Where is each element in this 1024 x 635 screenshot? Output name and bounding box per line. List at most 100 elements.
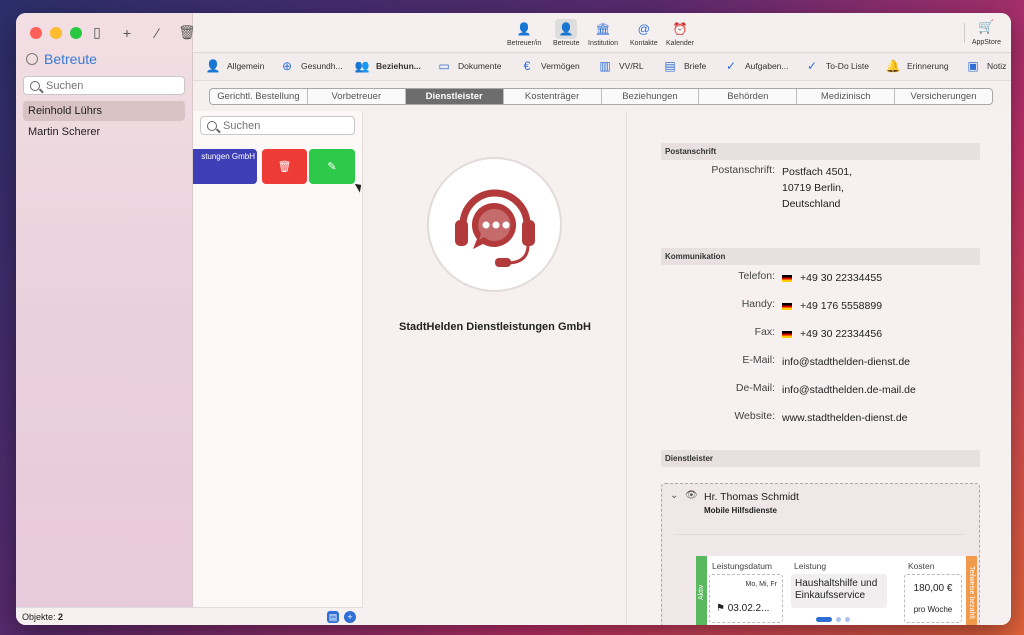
chevron-down-icon[interactable]: ⌄ <box>670 490 678 501</box>
delete-button[interactable]: 🗑 <box>262 149 307 184</box>
close-window-button[interactable] <box>30 27 42 39</box>
zoom-window-button[interactable] <box>70 27 82 39</box>
subnav-briefe[interactable]: ▤ Briefe <box>662 59 706 73</box>
website-value[interactable]: www.stadthelden-dienst.de <box>782 410 908 426</box>
segment-dienstleister[interactable]: Dienstleister <box>405 89 504 104</box>
sidebar-tools: ▯ + ∕ 🗑 <box>88 24 196 41</box>
address-line: Deutschland <box>782 198 841 210</box>
toolbar-kontakte-button[interactable]: @ Kontakte <box>630 19 658 47</box>
subnav-notiz[interactable]: ▣ Notiz <box>965 59 1006 73</box>
main-toolbar: 👤 Betreuer/in 👤 Betreute 🏛 Institution @… <box>193 13 1011 53</box>
toolbar-betreute-button[interactable]: 👤 Betreute <box>553 19 579 47</box>
company-name: StadtHelden Dienstleistungen GmbH <box>399 321 591 333</box>
segment-kostentraeger[interactable]: Kostenträger <box>504 89 602 104</box>
add-icon[interactable]: + <box>344 611 356 623</box>
edit-square-icon: ✎ <box>327 161 337 173</box>
service-date: ⚑ 03.02.2... <box>716 603 769 614</box>
subnav-todo[interactable]: ✓ To-Do Liste <box>804 59 869 73</box>
subnav-aufgaben[interactable]: ✓ Aufgaben... <box>723 59 789 73</box>
subnav-dokumente[interactable]: ▭ Dokumente <box>436 59 501 73</box>
demail-value[interactable]: info@stadthelden.de-mail.de <box>782 382 916 398</box>
contact-person-name: Hr. Thomas Schmidt <box>704 491 799 503</box>
provider-list-column: stungen GmbH 🗑 ✎ ▤ + <box>193 111 363 625</box>
at-icon: @ <box>637 22 650 36</box>
subnav-erinnerung[interactable]: 🔔 Erinnerung <box>885 59 949 73</box>
list-item[interactable]: Martin Scherer <box>23 122 185 142</box>
people-icon: 👥 <box>354 59 370 73</box>
sidebar-search-input[interactable] <box>46 79 184 92</box>
german-flag-icon <box>782 330 792 338</box>
list-item[interactable]: Reinhold Lührs <box>23 101 185 121</box>
sub-navigation: 👤 Allgemein ⊕ Gesundh... 👥 Beziehun... ▭ Dok… <box>193 53 1011 81</box>
sidebar-title-row: Betreute <box>26 51 97 67</box>
email-value[interactable]: info@stadthelden-dienst.de <box>782 354 910 370</box>
weekdays: Mo, Mi, Fr <box>745 581 778 588</box>
appstore-button[interactable]: 🛒 AppStore <box>972 19 1001 46</box>
service-entry-card[interactable]: Aktiv Leistungsdatum Leistung Kosten Mo,… <box>696 556 977 625</box>
segment-behoerden[interactable]: Behörden <box>699 89 798 104</box>
toolbar-institution-button[interactable]: 🏛 Institution <box>588 19 618 47</box>
add-icon[interactable]: + <box>118 25 136 41</box>
service-date-value: 03.02.2... <box>727 603 770 614</box>
subnav-label: To-Do Liste <box>826 61 869 71</box>
list-search[interactable] <box>200 116 355 135</box>
euro-icon: € <box>523 59 531 73</box>
email-label: E-Mail: <box>742 354 775 366</box>
document-icon: ▤ <box>664 59 676 73</box>
subnav-label: Beziehun... <box>376 61 421 71</box>
bell-icon: 🔔 <box>885 59 901 73</box>
subnav-label: Dokumente <box>458 61 502 71</box>
header-kosten: Kosten <box>908 561 935 571</box>
toolbar-kalender-button[interactable]: ⏰ Kalender <box>666 19 694 47</box>
section-kommunikation: Kommunikation <box>661 248 980 265</box>
person-icon: 👤 <box>555 19 578 39</box>
subnav-label: VV/RL <box>619 61 644 71</box>
subnav-label: Notiz <box>987 61 1007 71</box>
page-dot <box>836 617 841 622</box>
contact-person-department: Mobile Hilfsdienste <box>704 506 777 515</box>
segment-versicherungen[interactable]: Versicherungen <box>895 89 992 104</box>
page-indicator[interactable] <box>816 617 850 622</box>
handy-label: Handy: <box>741 298 775 310</box>
subnav-vermoegen[interactable]: € Vermögen <box>519 59 580 73</box>
task-clock-icon: ✓ <box>725 59 737 73</box>
segment-beziehungen[interactable]: Beziehungen <box>602 89 700 104</box>
header-leistung: Leistung <box>794 561 827 571</box>
search-icon <box>207 120 217 131</box>
sidebar-toggle-icon[interactable]: ▯ <box>88 24 106 41</box>
medical-kit-icon: ⊕ <box>281 59 293 73</box>
edit-button[interactable]: ✎ <box>309 149 355 184</box>
status-aktiv-badge: Aktiv <box>696 556 707 625</box>
sidebar-search[interactable] <box>23 76 185 95</box>
segment-vorbetreuer[interactable]: Vorbetreuer <box>308 89 406 104</box>
edit-pencil-icon[interactable]: ∕ <box>148 25 166 41</box>
cart-icon: 🛒 <box>978 19 995 34</box>
page-dot <box>816 617 832 622</box>
segment-medizinisch[interactable]: Medizinisch <box>797 89 896 104</box>
segment-gerichtl-bestellung[interactable]: Gerichtl. Bestellung <box>210 89 308 104</box>
handy-value[interactable]: +49 176 5558899 <box>782 298 882 314</box>
minimize-window-button[interactable] <box>50 27 62 39</box>
eye-icon[interactable]: 👁 <box>685 490 698 501</box>
german-flag-icon <box>782 274 792 282</box>
subnav-label: Allgemein <box>227 61 265 71</box>
telefon-value[interactable]: +49 30 22334455 <box>782 270 882 286</box>
subnav-allgemein[interactable]: 👤 Allgemein <box>205 59 265 73</box>
subnav-vvrl[interactable]: ▥ VV/RL <box>597 59 644 73</box>
subnav-label: Vermögen <box>541 61 580 71</box>
service-description: Haushaltshilfe und Einkaufsservice <box>791 574 887 608</box>
page-dot <box>845 617 850 622</box>
toolbar-label: Betreuer/in <box>507 40 542 47</box>
status-teilweise-bezahlt-badge: Teilweise bezahlt <box>966 556 977 625</box>
toolbar-betreuer-button[interactable]: 👤 Betreuer/in <box>507 19 541 47</box>
document-icon[interactable]: ▤ <box>327 611 339 623</box>
provider-list-item[interactable]: stungen GmbH <box>193 149 257 184</box>
category-segmented-control: Gerichtl. Bestellung Vorbetreuer Dienstl… <box>209 88 993 105</box>
fax-value[interactable]: +49 30 22334456 <box>782 326 882 342</box>
note-icon: ▣ <box>967 59 979 73</box>
subnav-gesundheit[interactable]: ⊕ Gesundh... <box>279 59 343 73</box>
list-search-input[interactable] <box>223 119 354 132</box>
german-flag-icon <box>782 302 792 310</box>
subnav-label: Erinnerung <box>907 61 949 71</box>
subnav-beziehungen[interactable]: 👥 Beziehun... <box>354 59 421 73</box>
